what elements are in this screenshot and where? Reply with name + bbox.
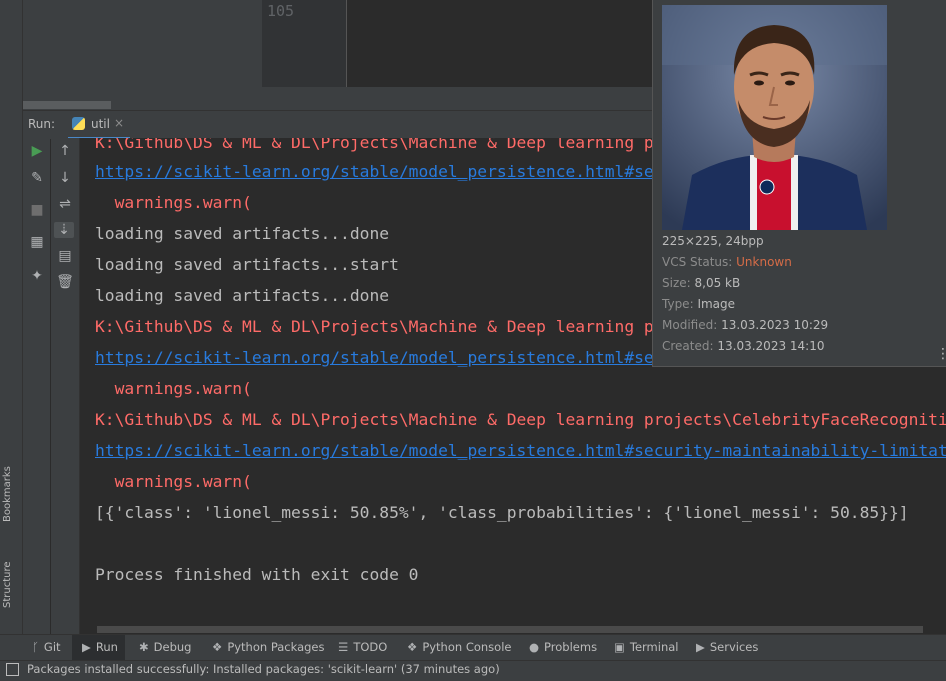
tool-window-terminal[interactable]: ▣ Terminal — [614, 640, 678, 654]
tool-window-services[interactable]: ▶ Services — [696, 640, 758, 654]
wrench-icon[interactable]: ✎ — [27, 170, 47, 186]
horizontal-scrollbar[interactable] — [23, 101, 111, 109]
python-console-icon: ❖ — [407, 640, 418, 654]
run-toolbar-secondary: ↑ ↓ ⇌ ⇣ ▤ 🗑 — [51, 138, 80, 634]
stop-icon[interactable]: ■ — [27, 202, 47, 218]
services-icon: ▶ — [696, 640, 705, 654]
layout-icon[interactable]: ▦ — [27, 234, 47, 250]
terminal-icon: ▣ — [614, 640, 625, 654]
python-icon — [72, 117, 85, 130]
status-message[interactable]: Packages installed successfully: Install… — [27, 662, 500, 676]
console-line: K:\Github\DS & ML & DL\Projects\Machine … — [95, 410, 946, 429]
structure-label: Structure — [2, 561, 13, 608]
trash-icon[interactable]: 🗑 — [55, 274, 75, 290]
soft-wrap-icon[interactable]: ⇌ — [55, 196, 75, 212]
run-label: Run: — [28, 117, 56, 131]
arrow-up-icon[interactable]: ↑ — [55, 143, 75, 159]
more-options-icon[interactable]: ⋮ — [936, 346, 946, 362]
line-number: 105 — [267, 2, 295, 20]
run-tab-label: util — [91, 117, 110, 131]
print-icon[interactable]: ▤ — [55, 248, 75, 264]
tool-window-python-console[interactable]: ❖ Python Console — [407, 640, 511, 654]
tool-window-git[interactable]: ᚴ Git — [32, 640, 61, 654]
bug-icon: ✱ — [139, 640, 149, 654]
file-size: Size: 8,05 kB — [662, 276, 741, 290]
left-side-strip — [0, 0, 23, 634]
created-date: Created: 13.03.2023 14:10 — [662, 339, 825, 353]
event-log-icon[interactable] — [6, 663, 19, 676]
console-line: loading saved artifacts...done — [95, 224, 390, 243]
file-type: Type: Image — [662, 297, 736, 311]
arrow-down-icon[interactable]: ↓ — [55, 170, 75, 186]
console-line: warnings.warn( — [95, 379, 252, 398]
rerun-icon[interactable]: ▶ — [27, 143, 47, 159]
console-line: loading saved artifacts...start — [95, 255, 399, 274]
console-line: loading saved artifacts...done — [95, 286, 390, 305]
structure-tab[interactable]: Structure — [2, 561, 13, 608]
close-icon[interactable]: × — [114, 116, 124, 130]
list-icon: ☰ — [338, 640, 349, 654]
console-link[interactable]: https://scikit-learn.org/stable/model_pe… — [95, 441, 946, 460]
project-panel — [23, 0, 262, 110]
bookmarks-tab[interactable]: Bookmarks — [2, 466, 13, 522]
console-horizontal-scrollbar[interactable] — [97, 626, 923, 633]
packages-icon: ❖ — [212, 640, 223, 654]
problems-icon: ● — [529, 640, 540, 654]
modified-date: Modified: 13.03.2023 10:29 — [662, 318, 829, 332]
celebrity-photo — [662, 5, 887, 230]
tool-window-debug[interactable]: ✱ Debug — [139, 640, 191, 654]
editor-code-area[interactable] — [347, 0, 652, 87]
tool-window-todo[interactable]: ☰ TODO — [338, 640, 387, 654]
console-line: Process finished with exit code 0 — [95, 565, 419, 584]
editor-scroll-band — [262, 87, 652, 110]
console-line: warnings.warn( — [95, 472, 252, 491]
image-dimensions: 225×225, 24bpp — [662, 234, 764, 248]
git-icon: ᚴ — [32, 640, 39, 654]
tool-window-run[interactable]: ▶ Run — [82, 640, 118, 654]
tool-window-problems[interactable]: ● Problems — [529, 640, 597, 654]
pin-icon[interactable]: ✦ — [27, 268, 47, 284]
scroll-to-end-icon[interactable]: ⇣ — [54, 222, 74, 238]
console-line: warnings.warn( — [95, 193, 252, 212]
bookmarks-label: Bookmarks — [2, 466, 13, 522]
vcs-status: VCS Status: Unknown — [662, 255, 792, 269]
tool-window-python-packages[interactable]: ❖ Python Packages — [212, 640, 325, 654]
run-toolbar-primary: ▶ ✎ ■ ▦ ✦ — [23, 138, 50, 634]
run-icon: ▶ — [82, 640, 91, 654]
console-line: [{'class': 'lionel_messi: 50.85%', 'clas… — [95, 503, 909, 522]
vcs-status-value: Unknown — [736, 255, 792, 269]
